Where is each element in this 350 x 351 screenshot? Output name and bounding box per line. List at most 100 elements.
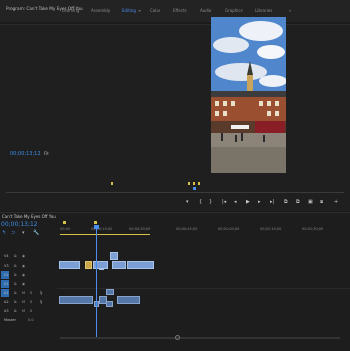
mark-out-button[interactable]: }: [209, 199, 212, 205]
work-area-bar[interactable]: [60, 234, 150, 235]
cloud: [215, 63, 267, 81]
marker[interactable]: [193, 182, 195, 185]
master-track-name: Master: [4, 318, 16, 322]
marker[interactable]: [198, 182, 200, 185]
workspace-overflow-button[interactable]: »: [289, 8, 291, 13]
marker[interactable]: [63, 221, 66, 224]
settings-icon[interactable]: 🔧: [33, 230, 39, 236]
mute-button[interactable]: M: [22, 300, 25, 304]
toggle-sync-lock-icon[interactable]: ⧉: [14, 291, 17, 295]
extract-button[interactable]: ⧉: [296, 199, 300, 205]
workspace-tab-color[interactable]: Color: [150, 8, 160, 13]
button-editor-button[interactable]: +: [334, 199, 338, 205]
marker[interactable]: [111, 182, 113, 185]
audio-clip[interactable]: [106, 289, 114, 295]
sequence-tab[interactable]: Can't Take My Eyes Off You: [2, 214, 56, 219]
solo-button[interactable]: S: [30, 291, 32, 295]
track-name: V1: [4, 282, 9, 286]
step-back-button[interactable]: ◂: [234, 199, 237, 205]
track-header-a2[interactable]: A2 ⧉ M S 🎙: [0, 298, 57, 307]
toggle-sync-lock-icon[interactable]: ⧉: [14, 264, 17, 268]
add-marker-button[interactable]: ▾: [186, 199, 189, 205]
step-forward-button[interactable]: ▸: [258, 199, 261, 205]
audio-clip[interactable]: [59, 296, 93, 304]
zoom-fit-select[interactable]: Fit: [44, 151, 49, 156]
master-volume[interactable]: 0.0: [28, 318, 34, 322]
workspace-tab-audio[interactable]: Audio: [200, 8, 211, 13]
square-shadow: [211, 147, 286, 173]
timeline-timecode[interactable]: 00;00;13;12: [1, 221, 38, 228]
program-monitor: [0, 24, 350, 211]
track-header-v3[interactable]: V3 ⧉ ◉: [0, 262, 57, 271]
toggle-sync-lock-icon[interactable]: ⧉: [14, 300, 17, 304]
go-to-in-button[interactable]: |◂: [222, 199, 226, 205]
audio-clip[interactable]: [106, 301, 113, 307]
cloud: [213, 37, 249, 53]
toggle-sync-lock-icon[interactable]: ⧉: [14, 254, 17, 258]
toggle-sync-lock-icon[interactable]: ⧉: [14, 309, 17, 313]
person: [235, 135, 237, 142]
go-to-out-button[interactable]: ▸|: [270, 199, 274, 205]
video-clip[interactable]: [59, 261, 80, 269]
workspace-tab-graphics[interactable]: Graphics: [225, 8, 243, 13]
solo-button[interactable]: S: [30, 300, 32, 304]
video-clip[interactable]: [127, 261, 154, 269]
marker[interactable]: [188, 182, 190, 185]
voice-over-icon[interactable]: 🎙: [39, 300, 43, 304]
toggle-output-icon[interactable]: ◉: [22, 264, 25, 268]
window: [275, 101, 279, 106]
export-frame-button[interactable]: ▣: [308, 199, 313, 205]
lift-button[interactable]: ⧉: [284, 199, 288, 205]
mute-button[interactable]: M: [22, 291, 25, 295]
program-timecode[interactable]: 00;00;13;12: [10, 151, 41, 157]
workspace-tab-editing[interactable]: Editing: [122, 8, 136, 13]
ruler-label: 00;01;30;00: [302, 227, 324, 231]
toggle-output-icon[interactable]: ◉: [22, 254, 25, 258]
mute-button[interactable]: M: [22, 309, 25, 313]
toggle-output-icon[interactable]: ◉: [22, 282, 25, 286]
add-marker-icon[interactable]: ▾: [22, 230, 25, 236]
ruler-label: 00;01;00;00: [218, 227, 240, 231]
marker[interactable]: [94, 221, 97, 224]
track-header-a3[interactable]: A3 ⧉ M S: [0, 307, 57, 316]
timeline-scrollbar[interactable]: [60, 337, 340, 339]
ruler-label: 00;01;15;00: [260, 227, 282, 231]
scroll-zoom-handle[interactable]: [175, 335, 180, 340]
workspace-tab-effects[interactable]: Effects: [173, 8, 187, 13]
mark-in-button[interactable]: {: [199, 199, 202, 205]
program-monitor-title: Program: Can't Take My Eyes Off You: [6, 6, 83, 11]
window: [223, 101, 227, 106]
toggle-output-icon[interactable]: ◉: [22, 273, 25, 277]
track-name: V3: [4, 264, 9, 268]
toggle-sync-lock-icon[interactable]: ⧉: [14, 282, 17, 286]
audio-clip[interactable]: [117, 296, 140, 304]
person: [221, 133, 223, 141]
track-header-master[interactable]: Master 0.0: [0, 316, 57, 325]
timeline-playhead[interactable]: [96, 226, 97, 338]
video-clip[interactable]: [112, 261, 126, 269]
video-clip[interactable]: [85, 261, 92, 269]
town-hall: [211, 95, 286, 125]
comparison-view-button[interactable]: ⧈: [320, 199, 323, 205]
play-button[interactable]: ▶: [246, 199, 250, 205]
toggle-sync-lock-icon[interactable]: ⧉: [14, 273, 17, 277]
track-header-v1[interactable]: V1 ⧉ ◉: [0, 280, 57, 289]
track-header-v4[interactable]: V4 ⧉ ◉: [0, 252, 57, 261]
ruler-label: 00;00;30;00: [129, 227, 151, 231]
playhead-handle[interactable]: [193, 187, 196, 190]
video-clip[interactable]: [110, 252, 118, 260]
workspace-tab-assembly[interactable]: Assembly: [91, 8, 110, 13]
snap-icon[interactable]: ↰: [2, 230, 6, 236]
workspace-tab-libraries[interactable]: Libraries: [255, 8, 272, 13]
track-header-v2[interactable]: V2 ⧉ ◉: [0, 271, 57, 280]
program-scrub-bar[interactable]: [6, 192, 344, 193]
solo-button[interactable]: S: [30, 309, 32, 313]
window: [267, 111, 271, 116]
workspace-menu-icon[interactable]: ≡: [138, 8, 141, 13]
window: [259, 101, 263, 106]
window: [267, 101, 271, 106]
voice-over-icon[interactable]: 🎙: [39, 291, 43, 295]
playhead-handle[interactable]: [94, 225, 99, 229]
linked-selection-icon[interactable]: ⊃: [11, 230, 15, 236]
track-header-a1[interactable]: A1 ⧉ M S 🎙: [0, 289, 57, 298]
